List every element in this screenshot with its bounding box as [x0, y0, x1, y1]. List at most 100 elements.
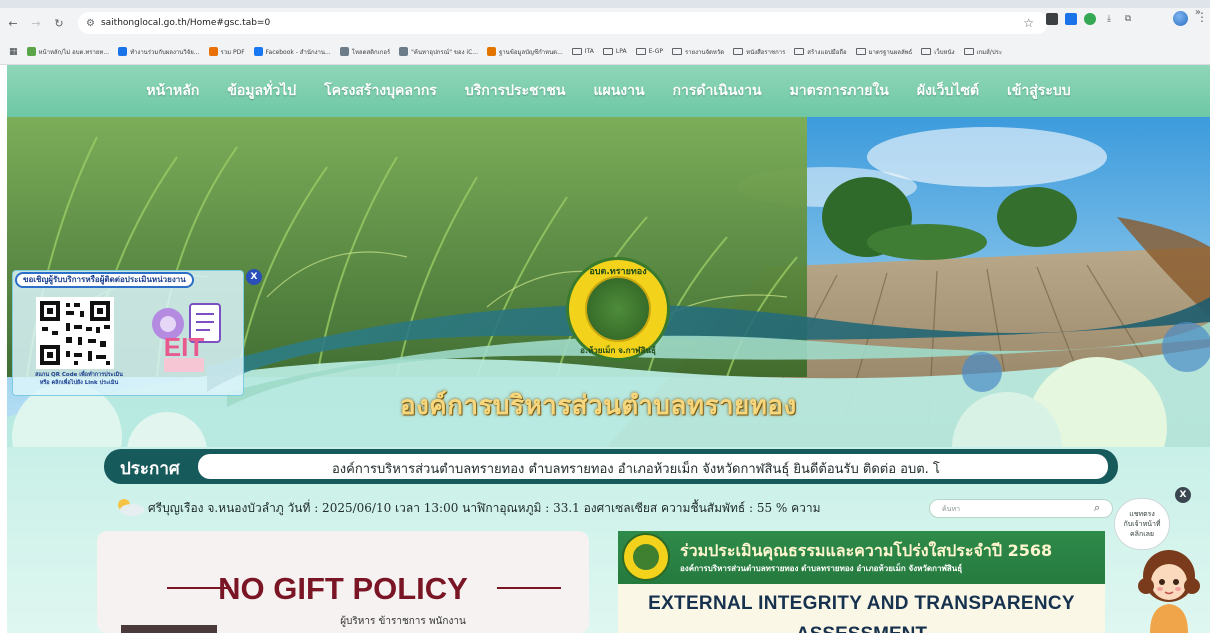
hero-title: องค์การบริหารส่วนตำบลทรายทอง — [400, 391, 797, 421]
ita-subtitle: องค์การบริหารส่วนตำบลทรายทอง ตำบลทรายทอง… — [680, 564, 963, 573]
extension-icon[interactable] — [1065, 13, 1077, 25]
browser-toolbar: ← → ↻ ⚙ saithonglocal.go.th/Home#gsc.tab… — [0, 8, 1210, 39]
folder-icon — [602, 48, 613, 55]
chat-line3: คลิกเลย — [1130, 530, 1154, 538]
folder-icon — [794, 48, 805, 55]
seal-bottom-text: อ.ห้วยเม็ก จ.กาฬสินธุ์ — [580, 346, 656, 355]
eit-caption-line1: สแกน QR Code เพื่อทำการประเมิน — [35, 372, 123, 378]
extensions-row: ⤓ ⧉ — [1046, 13, 1134, 25]
bookmark-item[interactable]: Facebook - สำนักงาน... — [253, 47, 331, 57]
chat-close-button[interactable]: X — [1175, 487, 1191, 503]
bookmark-item[interactable]: LPA — [602, 48, 627, 55]
bookmark-label: ฐานข้อมูลบัญชีกำหนด... — [499, 48, 563, 56]
ita-english-line2: ASSESSMENT — [618, 624, 1105, 633]
seal-emblem — [585, 276, 651, 342]
favicon-icon — [487, 47, 496, 56]
bookmark-item[interactable]: ฐานข้อมูลบัญชีกำหนด... — [487, 47, 563, 57]
ita-banner-header: ร่วมประเมินคุณธรรมและความโปร่งใสประจำปี … — [618, 531, 1105, 584]
favicon-icon — [253, 47, 263, 56]
bookmark-star-icon[interactable]: ☆ — [1023, 16, 1034, 30]
qr-code[interactable] — [36, 297, 114, 369]
weather-icon — [118, 499, 144, 516]
download-icon[interactable]: ⤓ — [1103, 13, 1115, 25]
folder-icon — [635, 48, 646, 55]
bookmark-label: หน้าหลัก/ไม่ อบต.ทรายท... — [38, 48, 110, 56]
announcement-marquee[interactable]: องค์การบริหารส่วนตำบลทรายทอง ตำบลทรายทอง… — [198, 454, 1108, 479]
bookmark-item[interactable]: หนังสือราชการ — [733, 47, 785, 57]
nav-item[interactable]: ข้อมูลทั่วไป — [227, 80, 296, 102]
folder-icon — [855, 48, 866, 55]
no-gift-policy-card[interactable]: NO GIFT POLICY ผู้บริหาร ข้าราชการ พนักง… — [97, 531, 589, 633]
ita-banner[interactable]: ร่วมประเมินคุณธรรมและความโปร่งใสประจำปี … — [618, 531, 1105, 633]
favicon-icon — [208, 47, 218, 56]
nav-item[interactable]: โครงสร้างบุคลากร — [324, 80, 437, 102]
bookmark-label: รวม PDF — [220, 48, 245, 56]
organization-seal: อบต.ทรายทอง อ.ห้วยเม็ก จ.กาฬสินธุ์ — [566, 257, 670, 361]
tab-strip — [0, 0, 1210, 8]
folder-icon — [963, 48, 974, 55]
url-text[interactable]: saithonglocal.go.th/Home#gsc.tab=0 — [101, 18, 270, 28]
bookmark-item[interactable]: ITA — [571, 48, 594, 55]
nav-item[interactable]: แผนงาน — [593, 80, 644, 102]
bookmark-item[interactable]: รวม PDF — [208, 47, 245, 57]
bookmark-item[interactable]: หน้าหลัก/ไม่ อบต.ทรายท... — [26, 47, 110, 57]
nav-item[interactable]: บริการประชาชน — [465, 80, 566, 102]
eit-caption-line2: หรือ คลิกเพื่อไปยัง Link ประเมิน — [39, 380, 119, 386]
folder-icon — [672, 48, 683, 55]
bookmark-item[interactable]: ทำงานร่วมกับผลงานวิจัย... — [118, 47, 200, 57]
bookmark-label: เว็บหนัง — [934, 48, 955, 56]
address-bar[interactable]: ⚙ saithonglocal.go.th/Home#gsc.tab=0 ☆ — [78, 12, 1048, 34]
nav-item[interactable]: ผังเว็บไซต์ — [917, 80, 979, 102]
bookmark-label: Facebook - สำนักงาน... — [265, 48, 331, 56]
bookmark-label: ทำงานร่วมกับผลงานวิจัย... — [130, 48, 200, 56]
bookmark-item[interactable]: "ค้นหาอุปกรณ์" ของ iC... — [399, 47, 478, 57]
back-icon[interactable]: ← — [3, 17, 23, 30]
reload-icon[interactable]: ↻ — [49, 17, 69, 30]
chat-bubble[interactable]: แชทตรง กับเจ้าหน้าที่ คลิกเลย — [1114, 498, 1170, 550]
site-info-icon[interactable]: ⚙ — [86, 18, 95, 29]
eit-caption: สแกน QR Code เพื่อทำการประเมิน หรือ คลิก… — [16, 371, 142, 387]
extension-icon[interactable] — [1046, 13, 1058, 25]
eit-popup-close-button[interactable]: X — [246, 269, 262, 285]
bookmark-label: มาตรฐานผลลัพธ์ — [868, 48, 913, 56]
weather-ticker: ศรีบุญเรือง จ.หนองบัวลำภู วันที่ : 2025/… — [148, 501, 821, 515]
search-input[interactable]: ค้นหา — [942, 504, 960, 515]
bookmark-item[interactable]: สร้างแอปมือถือ — [794, 47, 847, 57]
bookmark-item[interactable]: เกมส์/ประ — [963, 47, 1002, 57]
bookmarks-bar: ▦ หน้าหลัก/ไม่ อบต.ทรายท... ทำงานร่วมกับผ… — [0, 39, 1210, 65]
eit-logo-icon[interactable]: EIT — [144, 298, 234, 378]
bookmark-item[interactable]: E-GP — [635, 48, 663, 55]
main-nav: หน้าหลัก ข้อมูลทั่วไป โครงสร้างบุคลากร บริก… — [7, 65, 1210, 117]
bookmark-label: หนังสือราชการ — [746, 48, 786, 56]
chat-mascot-icon[interactable] — [1136, 546, 1202, 633]
bookmark-item[interactable]: เว็บหนัง — [921, 47, 955, 57]
nav-item[interactable]: เข้าสู่ระบบ — [1007, 80, 1071, 102]
puzzle-icon[interactable]: ⧉ — [1122, 13, 1134, 25]
bookmark-label: โหลดสติกเกอร์ — [351, 48, 391, 56]
chat-line1: แชทตรง — [1129, 510, 1155, 518]
bookmarks-more-icon[interactable]: » — [1195, 7, 1201, 18]
bookmark-label: ITA — [584, 48, 594, 55]
seal-top-text: อบต.ทรายทอง — [589, 267, 647, 277]
extension-icon[interactable] — [1084, 13, 1096, 25]
eit-popup-heading: ขอเชิญผู้รับบริการหรือผู้ติดต่อประเมินหน… — [15, 272, 194, 288]
bookmark-item[interactable]: โหลดสติกเกอร์ — [339, 47, 391, 57]
favicon-icon — [399, 47, 409, 56]
profile-avatar[interactable] — [1173, 11, 1188, 26]
announcement-text: องค์การบริหารส่วนตำบลทรายทอง ตำบลทรายทอง… — [332, 462, 940, 477]
site-search[interactable]: ค้นหา ⌕ — [929, 499, 1113, 518]
eit-logo-text: EIT — [164, 332, 205, 362]
announcement-label: ประกาศ — [120, 459, 180, 479]
nav-item[interactable]: หน้าหลัก — [146, 80, 199, 102]
nav-item[interactable]: มาตรการภายใน — [790, 80, 889, 102]
nav-item[interactable]: การดำเนินงาน — [673, 80, 762, 102]
bookmark-label: รายงานจัดหวัด — [685, 48, 725, 56]
bookmark-label: LPA — [615, 48, 627, 55]
search-icon[interactable]: ⌕ — [1094, 501, 1100, 515]
bookmark-item[interactable]: รายงานจัดหวัด — [672, 47, 724, 57]
bookmark-item[interactable]: มาตรฐานผลลัพธ์ — [855, 47, 913, 57]
ita-seal-icon — [622, 533, 670, 581]
ita-english-line1: EXTERNAL INTEGRITY AND TRANSPARENCY — [648, 593, 1075, 614]
forward-icon[interactable]: → — [26, 17, 46, 30]
apps-icon[interactable]: ▦ — [9, 47, 18, 57]
